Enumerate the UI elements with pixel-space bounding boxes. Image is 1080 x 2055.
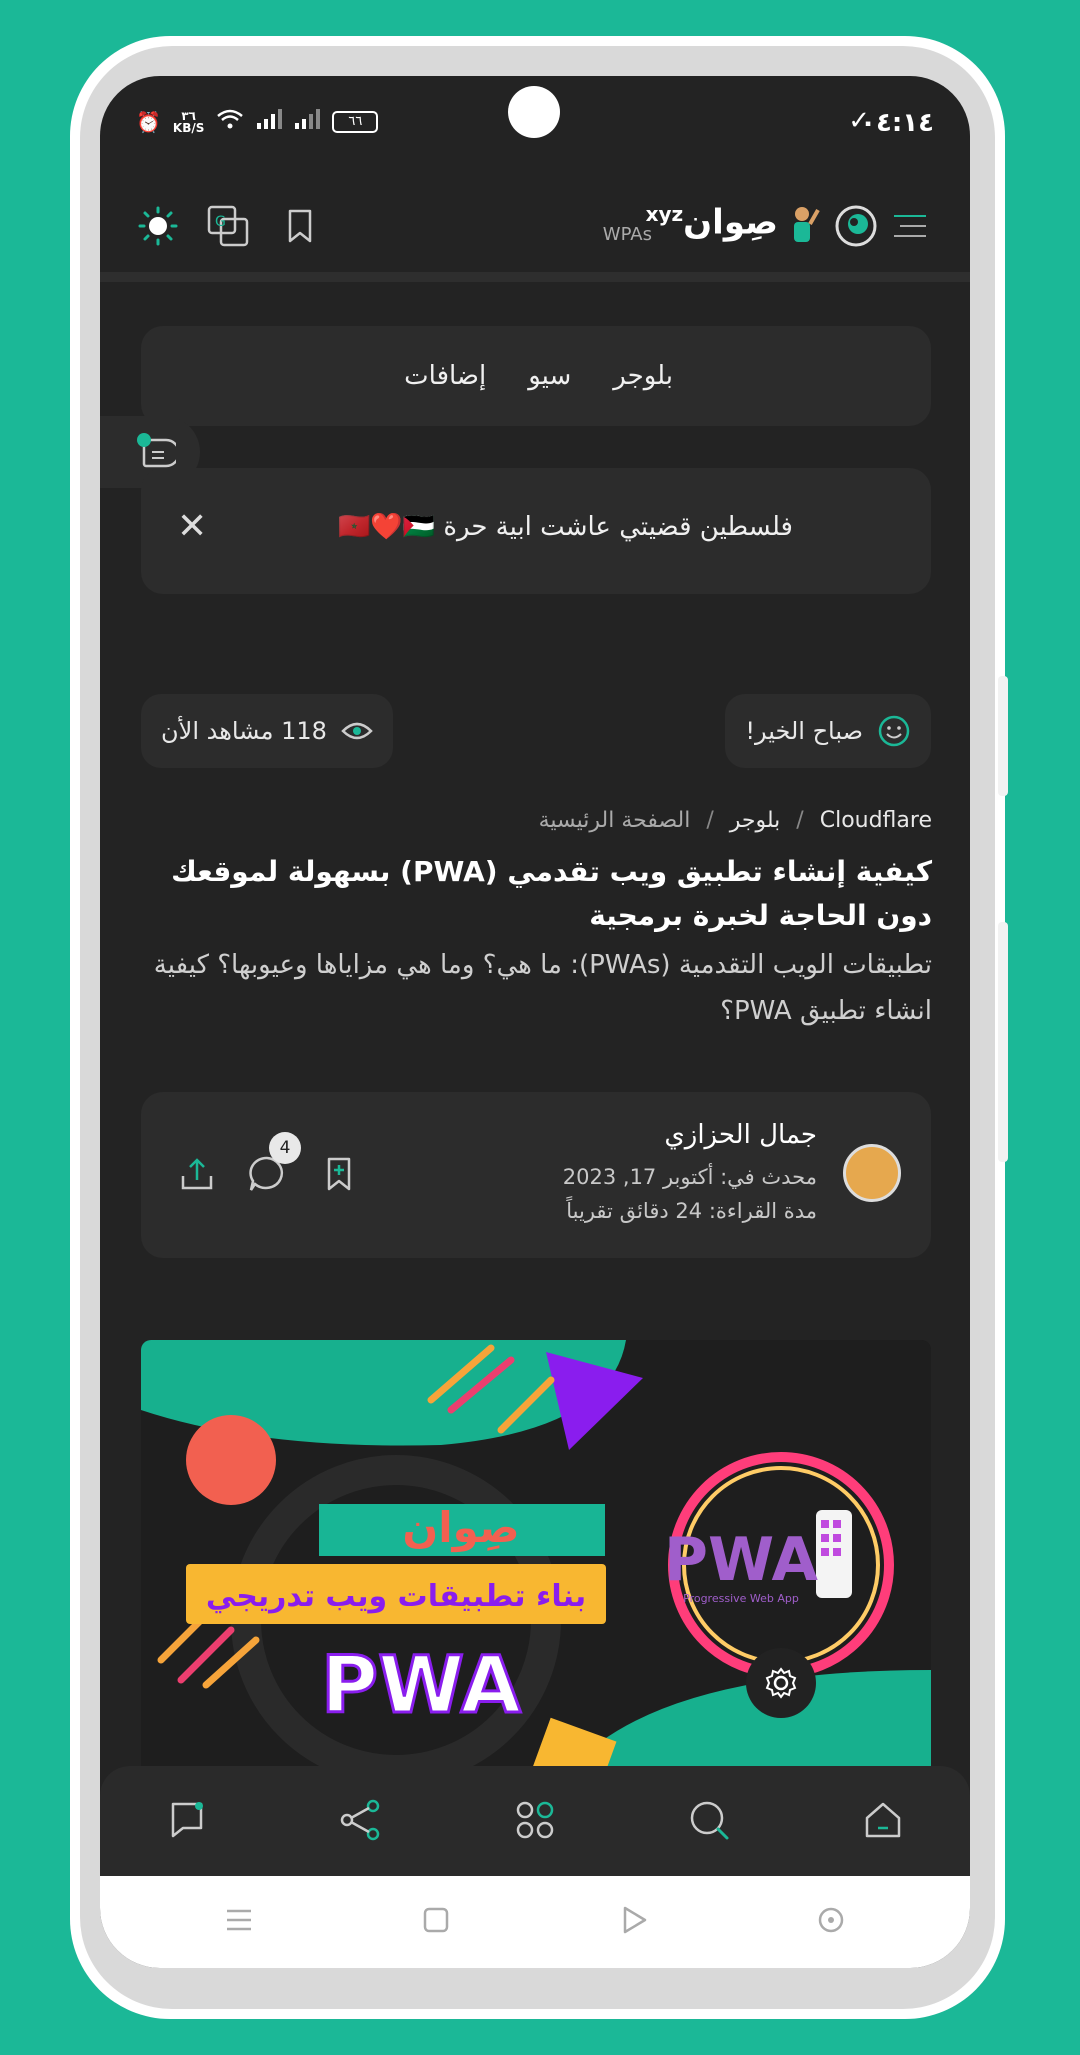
notice-text: فلسطين قضيتي عاشت ابية حرة 🇲🇦❤️🇵🇸 (337, 512, 793, 542)
menu-icon[interactable] (888, 204, 932, 248)
banner-pwa-main: PWA (321, 1641, 521, 1731)
logo-sub: WPAs (602, 224, 652, 245)
banner-headline: بناء تطبيقات ويب تدريجي (206, 1579, 586, 1614)
network-speed: ٣٦ KB/S (172, 108, 205, 135)
status-bar: ٠٤:١٤ ✓ ⏰ ٣٦ KB/S ٦٦ (100, 76, 970, 172)
header-divider (100, 272, 970, 282)
chat-nav-icon[interactable] (165, 1798, 209, 1846)
power-button (998, 922, 1008, 1162)
notice-banner: فلسطين قضيتي عاشت ابية حرة 🇲🇦❤️🇵🇸 ✕ (141, 468, 931, 594)
toc-icon (137, 433, 176, 468)
apps-nav-icon[interactable] (513, 1798, 557, 1846)
article-summary: تطبيقات الويب التقدمية (PWAs): ما هي؟ وم… (153, 950, 932, 1026)
breadcrumb-home[interactable]: الصفحة الرئيسية (539, 808, 691, 833)
waving-person-icon (780, 204, 824, 248)
author-card: جمال الحزازي محدث في: أكتوبر 17, 2023 مد… (141, 1092, 931, 1258)
front-camera (508, 86, 560, 138)
back-icon[interactable] (619, 1905, 649, 1939)
battery-icon: ٦٦ (332, 110, 379, 133)
breadcrumb-blogger[interactable]: بلوجر (730, 808, 781, 833)
settings-button[interactable] (746, 1648, 816, 1718)
close-icon[interactable]: ✕ (177, 506, 207, 547)
article-featured-image[interactable]: صِوان بناء تطبيقات ويب تدريجي PWA PWA Pr… (141, 1340, 931, 1768)
comment-count-badge: 4 (269, 1132, 301, 1164)
volume-button (998, 676, 1008, 796)
home-button-icon[interactable] (421, 1905, 451, 1939)
alarm-icon: ⏰ (136, 109, 161, 134)
breadcrumb-separator: / (706, 808, 714, 833)
bottom-navigation (100, 1766, 970, 1878)
theme-toggle-icon[interactable] (136, 204, 180, 248)
breadcrumb: الصفحة الرئيسية / بلوجر / Cloudflare (539, 808, 932, 833)
gear-icon (765, 1667, 797, 1699)
menu-item-seo[interactable]: سيو (528, 361, 571, 391)
banner-pwa-side: PWA (664, 1525, 818, 1595)
translate-icon[interactable]: G (206, 204, 250, 248)
bookmark-icon[interactable] (278, 204, 322, 248)
recents-icon[interactable] (224, 1905, 254, 1939)
system-navigation (100, 1876, 970, 1968)
eye-icon (341, 722, 373, 740)
logo-icon[interactable] (834, 204, 878, 248)
greeting-text: صباح الخير! (745, 717, 863, 745)
greeting-pill: صباح الخير! (725, 694, 931, 768)
signal-icon-2 (294, 108, 321, 135)
article-title: كيفية إنشاء تطبيق ويب تقدمي (PWA) بسهولة… (171, 855, 932, 932)
status-time: ٠٤:١٤ (860, 108, 934, 138)
phone-screen: ٠٤:١٤ ✓ ⏰ ٣٦ KB/S ٦٦ صِوانxyz WPAs G بلو… (100, 76, 970, 1968)
share-nav-icon[interactable] (339, 1798, 383, 1846)
save-post-icon[interactable] (317, 1152, 361, 1196)
app-header: صِوانxyz WPAs G (100, 172, 970, 276)
menu-item-addons[interactable]: إضافات (404, 361, 486, 391)
search-nav-icon[interactable] (687, 1798, 731, 1846)
breadcrumb-separator: / (796, 808, 804, 833)
wifi-icon (216, 108, 244, 135)
smile-icon (878, 715, 910, 747)
banner-brand: صِوان (402, 1503, 519, 1553)
logo-name[interactable]: صِوانxyz (646, 202, 778, 242)
category-menu: بلوجر سيو إضافات (141, 326, 931, 426)
breadcrumb-cloudflare[interactable]: Cloudflare (820, 808, 932, 833)
svg-text:G: G (215, 214, 226, 230)
banner-pwa-caption: Progressive Web App (683, 1592, 799, 1605)
banner-graphic: صِوان بناء تطبيقات ويب تدريجي PWA PWA Pr… (141, 1340, 931, 1768)
views-pill: 118 مشاهد الأن (141, 694, 393, 768)
menu-item-blogger[interactable]: بلوجر (613, 361, 673, 391)
assistant-icon[interactable] (816, 1905, 846, 1939)
share-icon[interactable] (175, 1152, 219, 1196)
signal-icon (256, 108, 283, 135)
home-nav-icon[interactable] (861, 1798, 905, 1846)
updated-date: محدث في: أكتوبر 17, 2023 (562, 1165, 817, 1189)
author-name[interactable]: جمال الحزازي (664, 1120, 817, 1150)
check-icon: ✓ (848, 106, 870, 136)
views-text: 118 مشاهد الأن (161, 717, 327, 745)
avatar[interactable] (843, 1144, 901, 1202)
author-meta: محدث في: أكتوبر 17, 2023 مدة القراءة: 24… (563, 1160, 817, 1228)
reading-time: مدة القراءة: 24 دقائق تقريباً (566, 1199, 817, 1223)
status-icons: ⏰ ٣٦ KB/S ٦٦ (136, 108, 379, 135)
